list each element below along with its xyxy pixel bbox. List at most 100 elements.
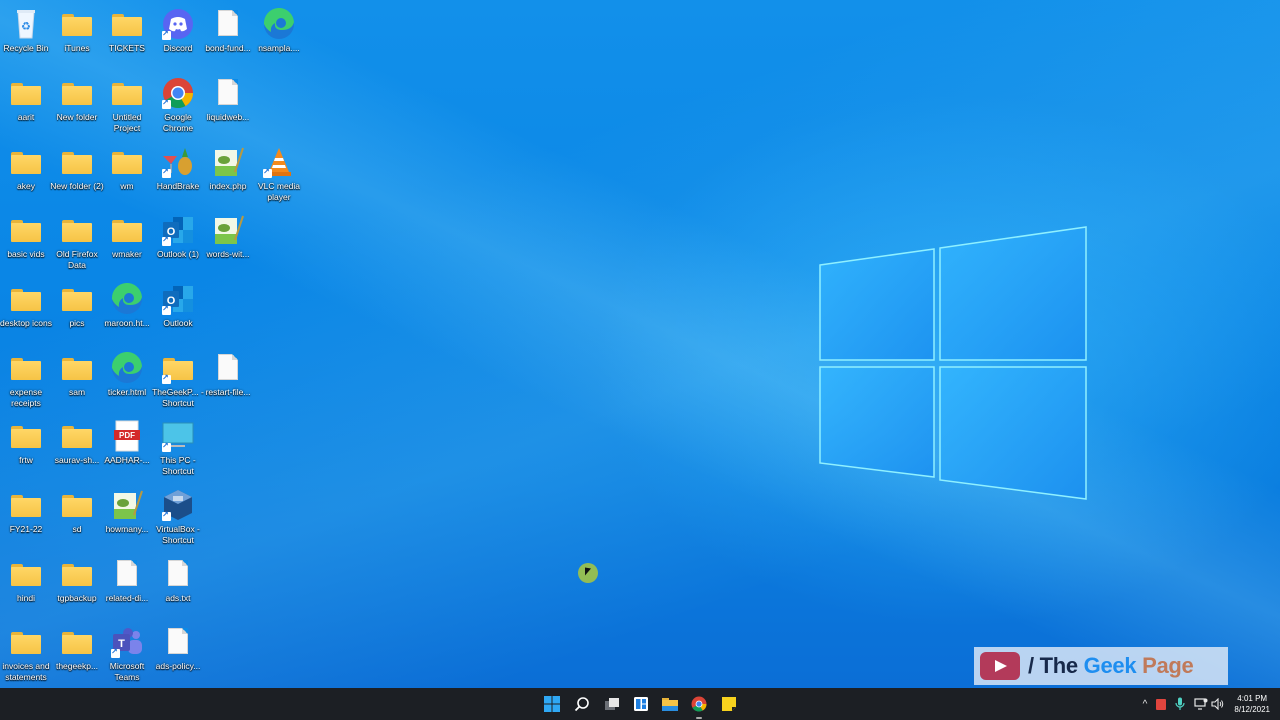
the-geek-page-watermark: / The Geek Page bbox=[974, 647, 1228, 685]
desktop-icon-fy21-22[interactable]: FY21-22 bbox=[0, 485, 52, 535]
search-icon bbox=[574, 697, 589, 712]
desktop-icon-label: ads.txt bbox=[165, 593, 191, 603]
desktop-icon-virtualbox-shortcut[interactable]: VirtualBox - Shortcut bbox=[152, 485, 204, 546]
desktop-icon-label: pics bbox=[69, 318, 85, 328]
desktop-icon-old-firefox-data[interactable]: Old Firefox Data bbox=[51, 210, 103, 271]
start-button[interactable] bbox=[540, 692, 564, 716]
watermark-slash: / bbox=[1028, 653, 1034, 678]
notepadpp-icon bbox=[211, 146, 245, 178]
desktop-icon-pics[interactable]: pics bbox=[51, 279, 103, 329]
desktop-icon-label: tgpbackup bbox=[57, 593, 97, 603]
desktop-icon-thegeekp[interactable]: thegeekp... bbox=[51, 622, 103, 672]
chrome-icon bbox=[161, 77, 195, 109]
desktop-icon-label: VirtualBox - Shortcut bbox=[156, 524, 200, 545]
shortcut-arrow-icon bbox=[162, 510, 171, 521]
desktop-icon-tickets[interactable]: TICKETS bbox=[101, 4, 153, 54]
desktop-icon-restart-file[interactable]: restart-file... bbox=[202, 348, 254, 398]
search-button[interactable] bbox=[570, 692, 594, 716]
desktop-icon-frtw[interactable]: frtw bbox=[0, 416, 52, 466]
desktop-icon-vlc-media-player[interactable]: VLC media player bbox=[253, 142, 305, 203]
edge-icon bbox=[262, 7, 296, 40]
desktop-icon-wmaker[interactable]: wmaker bbox=[101, 210, 153, 260]
file-explorer-button[interactable] bbox=[658, 692, 682, 716]
desktop-icon-label: New folder bbox=[56, 112, 98, 122]
desktop-icon-words-wit[interactable]: words-wit... bbox=[202, 210, 254, 260]
desktop-icon-recycle-bin[interactable]: ♻ Recycle Bin bbox=[0, 4, 52, 54]
desktop-icon-label: maroon.ht... bbox=[104, 318, 150, 328]
desktop-icon-outlook-1[interactable]: O Outlook (1) bbox=[152, 210, 204, 260]
folder-icon bbox=[9, 77, 43, 109]
sticky-notes-button[interactable] bbox=[717, 692, 741, 716]
desktop-icon-label: New folder (2) bbox=[50, 181, 104, 191]
desktop-icon-desktop-icons[interactable]: desktop icons bbox=[0, 279, 52, 329]
desktop-icon-related-di[interactable]: related-di... bbox=[101, 554, 153, 604]
desktop-icon-label: sd bbox=[72, 524, 82, 534]
shortcut-arrow-icon bbox=[263, 167, 272, 178]
desktop-icon-sd[interactable]: sd bbox=[51, 485, 103, 535]
folder-icon bbox=[60, 283, 94, 315]
desktop-icon-label: hindi bbox=[17, 593, 35, 603]
desktop-icon-index-php[interactable]: index.php bbox=[202, 142, 254, 192]
desktop-icon-hindi[interactable]: hindi bbox=[0, 554, 52, 604]
desktop-icon-label: liquidweb... bbox=[206, 112, 250, 122]
desktop-icon-outlook[interactable]: O Outlook bbox=[152, 279, 204, 329]
speaker-icon bbox=[1210, 698, 1223, 710]
windows-start-icon bbox=[544, 696, 560, 712]
chrome-taskbar-button[interactable] bbox=[687, 692, 711, 719]
desktop-icon-ads-policy[interactable]: ads-policy... bbox=[152, 622, 204, 672]
desktop-icon-label: thegeekp... bbox=[55, 661, 99, 671]
folder-icon bbox=[60, 420, 94, 452]
desktop-icon-microsoft-teams[interactable]: T Microsoft Teams bbox=[101, 622, 153, 683]
desktop-icon-this-pc-shortcut[interactable]: This PC - Shortcut bbox=[152, 416, 204, 477]
desktop-icon-sam[interactable]: sam bbox=[51, 348, 103, 398]
desktop-icon-expense-receipts[interactable]: expense receipts bbox=[0, 348, 52, 409]
shortcut-arrow-icon bbox=[111, 647, 120, 658]
desktop-icon-basic-vids[interactable]: basic vids bbox=[0, 210, 52, 260]
desktop-icon-maroon-ht[interactable]: maroon.ht... bbox=[101, 279, 153, 329]
desktop-icon-liquidweb[interactable]: liquidweb... bbox=[202, 73, 254, 123]
pdf-icon: PDF bbox=[110, 420, 144, 452]
desktop-icon-new-folder[interactable]: New folder bbox=[51, 73, 103, 123]
taskbar-clock[interactable]: 4:01 PM 8/12/2021 bbox=[1234, 693, 1270, 715]
desktop-icon-akey[interactable]: akey bbox=[0, 142, 52, 192]
document-icon bbox=[211, 8, 245, 40]
desktop-icon-saurav-sh[interactable]: saurav-sh... bbox=[51, 416, 103, 466]
recycle-bin-icon: ♻ bbox=[9, 8, 43, 40]
desktop-icon-tgpbackup[interactable]: tgpbackup bbox=[51, 554, 103, 604]
folder-icon bbox=[9, 146, 43, 178]
widgets-button[interactable] bbox=[629, 692, 653, 716]
vlc-icon bbox=[262, 146, 296, 178]
folder-icon bbox=[60, 214, 94, 246]
desktop-icon-invoices-and-statements[interactable]: invoices and statements bbox=[0, 622, 52, 683]
volume-tray-button[interactable] bbox=[1210, 696, 1224, 712]
shortcut-arrow-icon bbox=[162, 373, 171, 384]
outlook-icon: O bbox=[161, 214, 195, 246]
edge-icon bbox=[110, 282, 144, 315]
desktop-icon-nsampla[interactable]: nsampla.... bbox=[253, 4, 305, 54]
desktop-icon-discord[interactable]: Discord bbox=[152, 4, 204, 54]
desktop-icon-ads-txt[interactable]: ads.txt bbox=[152, 554, 204, 604]
desktop-icon-howmany[interactable]: howmany... bbox=[101, 485, 153, 535]
desktop-icon-aadhar[interactable]: PDF AADHAR-... bbox=[101, 416, 153, 466]
logo-pane-bottom-right bbox=[939, 366, 1087, 500]
shortcut-arrow-icon bbox=[162, 441, 171, 452]
microphone-tray-button[interactable] bbox=[1173, 696, 1187, 712]
desktop-icon-itunes[interactable]: iTunes bbox=[51, 4, 103, 54]
desktop-icon-handbrake[interactable]: HandBrake bbox=[152, 142, 204, 192]
show-hidden-icons-button[interactable]: ^ bbox=[1138, 696, 1152, 712]
desktop-icon-google-chrome[interactable]: Google Chrome bbox=[152, 73, 204, 134]
desktop-icon-wm[interactable]: wm bbox=[101, 142, 153, 192]
folder-icon bbox=[9, 352, 43, 384]
tray-app-red-button[interactable] bbox=[1155, 696, 1167, 712]
network-tray-button[interactable] bbox=[1193, 696, 1209, 712]
this-pc-icon bbox=[161, 420, 195, 452]
desktop-icon-label: akey bbox=[17, 181, 35, 191]
desktop-icon-bond-fund[interactable]: bond-fund... bbox=[202, 4, 254, 54]
desktop-icon-new-folder-2[interactable]: New folder (2) bbox=[50, 142, 104, 192]
desktop-icon-thegeekp-shortcut[interactable]: TheGeekP... - Shortcut bbox=[152, 348, 204, 409]
desktop-icon-untitled-project[interactable]: Untitled Project bbox=[101, 73, 153, 134]
desktop-icon-ticker-html[interactable]: ticker.html bbox=[101, 348, 153, 398]
folder-icon bbox=[9, 558, 43, 590]
desktop-icon-aarit[interactable]: aarit bbox=[0, 73, 52, 123]
task-view-button[interactable] bbox=[600, 692, 624, 716]
